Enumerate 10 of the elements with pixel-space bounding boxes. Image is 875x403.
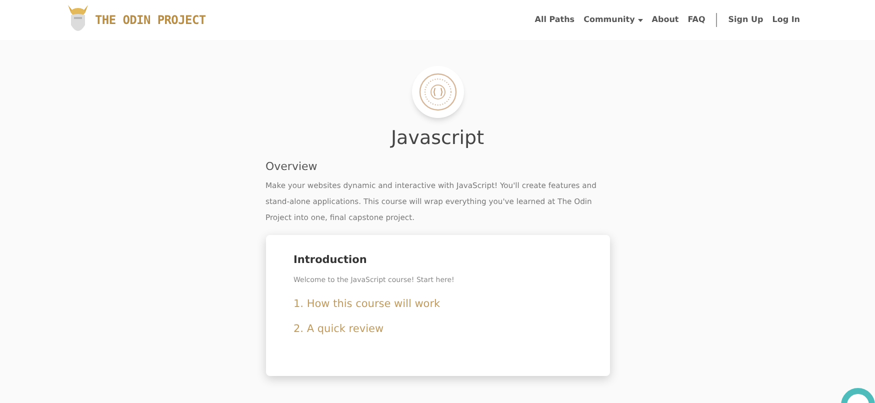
nav-link[interactable]: All Paths <box>534 14 575 26</box>
overview-heading: Overview <box>266 158 318 174</box>
nav-link[interactable]: About <box>652 14 679 26</box>
course-badge-icon <box>412 66 464 118</box>
course-title: Javascript <box>390 126 484 151</box>
nav-link[interactable]: FAQ <box>688 14 706 26</box>
section-title: Introduction <box>294 253 368 268</box>
auth-link[interactable]: Sign Up <box>728 14 764 26</box>
nav-link[interactable]: Community <box>584 14 643 26</box>
auth-link[interactable]: Log In <box>772 14 800 26</box>
